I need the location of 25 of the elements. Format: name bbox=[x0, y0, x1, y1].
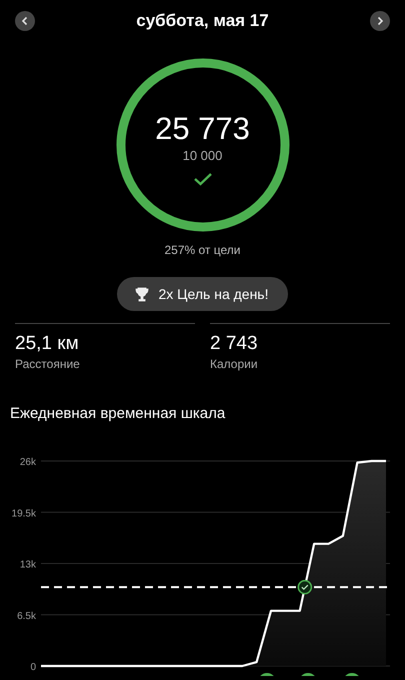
goal-reached-icon bbox=[298, 580, 312, 594]
y-axis-label: 0 bbox=[30, 662, 36, 673]
chevron-right-icon bbox=[375, 16, 385, 26]
stat-label: Калории bbox=[210, 357, 259, 371]
y-axis-label: 13k bbox=[20, 560, 36, 570]
goal-percent: 257% от цели bbox=[164, 243, 242, 257]
badge-label: 2x Цель на день! bbox=[158, 286, 268, 302]
step-count: 25 773 bbox=[155, 112, 250, 146]
y-axis-label: 26k bbox=[20, 457, 36, 468]
milestone-marker bbox=[258, 673, 276, 676]
trophy-icon bbox=[134, 286, 148, 302]
stat-value: 25,1 км bbox=[15, 333, 80, 355]
next-day-button[interactable] bbox=[370, 11, 390, 31]
check-icon bbox=[192, 172, 212, 186]
step-goal: 10 000 bbox=[182, 148, 222, 163]
section-title: Ежедневная временная шкала bbox=[9, 405, 226, 422]
stat-value: 2 743 bbox=[210, 333, 259, 355]
y-axis-label: 19.5k bbox=[12, 508, 36, 520]
milestone-marker bbox=[343, 673, 361, 676]
date-title: суббота, мая 17 bbox=[136, 11, 269, 31]
chevron-left-icon bbox=[20, 16, 30, 26]
previous-day-button[interactable] bbox=[15, 11, 35, 31]
y-axis-label: 6.5k bbox=[17, 610, 36, 622]
stat-label: Расстояние bbox=[15, 357, 81, 371]
milestone-marker bbox=[299, 673, 317, 676]
